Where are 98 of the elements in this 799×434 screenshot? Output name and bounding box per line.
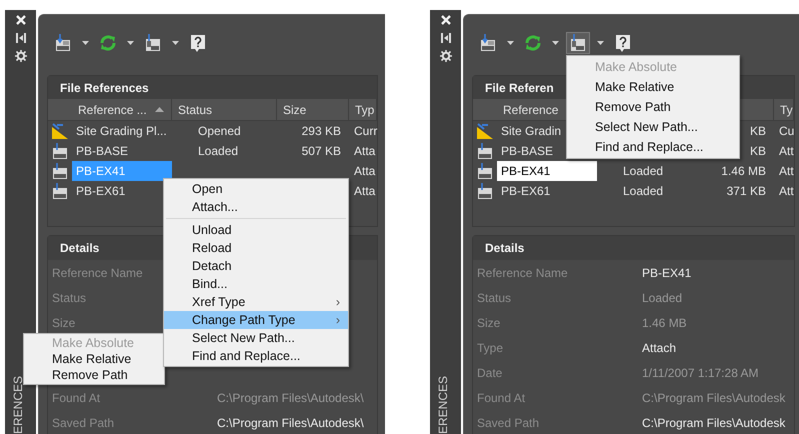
- field-value: C:\Program Files\Autodesk\: [217, 414, 364, 432]
- type-cell: Atta: [354, 144, 376, 158]
- menu-item[interactable]: Make Relative: [24, 351, 164, 367]
- section-title: File Referen: [485, 80, 554, 96]
- reference-name-cell[interactable]: PB-EX41: [497, 161, 597, 181]
- status-cell-text: Loaded: [197, 143, 240, 160]
- menu-item[interactable]: Attach...: [164, 198, 348, 216]
- type-cell: Curr: [354, 124, 378, 138]
- column-header[interactable]: Ty: [774, 99, 794, 120]
- caret-icon[interactable]: [552, 41, 559, 45]
- field-label: Saved Path: [52, 416, 114, 430]
- field-label: Size: [477, 316, 500, 330]
- field-label: Saved Path: [477, 416, 540, 430]
- field-label: Found At: [477, 390, 526, 404]
- drawing-sheet-icon: [51, 122, 69, 140]
- menu-item[interactable]: Unload: [164, 221, 348, 239]
- field-value: Loaded: [642, 290, 682, 306]
- status-cell-text: Loaded: [622, 183, 664, 200]
- field-value: C:\Program Files\Autodesk\: [217, 390, 364, 406]
- field-label: Status: [52, 290, 86, 304]
- size-cell-text: 293 KB: [302, 123, 341, 140]
- settings-icon[interactable]: [14, 50, 26, 62]
- size-cell-text: KB: [750, 143, 766, 160]
- menu-item[interactable]: Xref Type ›: [164, 293, 348, 311]
- type-cell: Att: [779, 184, 794, 198]
- refresh-icon: [523, 33, 543, 53]
- drawing-file-icon: [51, 142, 69, 160]
- drawing-pin-icon: [143, 33, 163, 53]
- menu-item[interactable]: Bind...: [164, 275, 348, 293]
- size-cell-text: KB: [750, 123, 766, 140]
- field-value: C:\Program Files\Autodesk: [642, 390, 786, 406]
- drawing-file-icon: [476, 142, 494, 160]
- menu-item[interactable]: Select New Path...: [567, 117, 739, 137]
- auto-hide-icon[interactable]: [440, 32, 450, 44]
- palette-title: ERENCES: [437, 376, 449, 434]
- drawing-file-icon: [51, 162, 69, 180]
- help-icon: [189, 33, 207, 53]
- section-title: Details: [60, 240, 100, 257]
- menu-item[interactable]: Change Path Type ›: [164, 311, 348, 329]
- refresh-icon: [98, 33, 118, 53]
- column-header[interactable]: Reference ...: [72, 99, 172, 120]
- field-label: Status: [477, 290, 512, 304]
- menu-item[interactable]: Find and Replace...: [164, 347, 348, 365]
- reference-name-cell[interactable]: PB-BASE: [72, 141, 172, 161]
- type-cell: Atta: [354, 184, 376, 198]
- close-icon[interactable]: [440, 14, 452, 26]
- reference-name-cell[interactable]: Site Grading Pl...: [72, 121, 172, 141]
- drawing-sheet-icon: [476, 122, 494, 140]
- close-icon[interactable]: [14, 14, 26, 26]
- caret-icon[interactable]: [507, 41, 514, 45]
- type-cell: Atta: [354, 164, 376, 178]
- column-header[interactable]: Status: [172, 99, 277, 120]
- size-cell-text: 1.46 MB: [721, 163, 766, 180]
- field-value: Attach: [642, 340, 676, 356]
- field-label: Size: [52, 316, 76, 330]
- settings-icon[interactable]: [440, 50, 452, 62]
- drawing-pin-icon: [568, 33, 588, 53]
- caret-icon[interactable]: [597, 41, 604, 45]
- menu-item[interactable]: Reload: [164, 239, 348, 257]
- auto-hide-icon[interactable]: [16, 32, 26, 44]
- help-icon: [614, 33, 632, 53]
- menu-item[interactable]: Remove Path: [24, 367, 164, 383]
- palette-title: ERENCES: [12, 376, 24, 434]
- drawing-file-icon: [476, 162, 494, 180]
- menu-item[interactable]: Make Relative: [567, 77, 739, 97]
- type-cell: Att: [779, 144, 794, 158]
- reference-name-cell[interactable]: PB-EX61: [497, 181, 597, 201]
- field-label: Reference Name: [477, 266, 568, 280]
- section-title: Details: [485, 240, 524, 257]
- column-header[interactable]: Size: [277, 99, 349, 120]
- menu-item[interactable]: Find and Replace...: [567, 137, 739, 157]
- drawing-file-icon: [476, 182, 494, 200]
- drawing-arrow-icon: [53, 33, 73, 53]
- type-cell: Att: [779, 164, 794, 178]
- field-value: PB-EX41: [642, 264, 692, 282]
- field-label: Type: [477, 340, 504, 354]
- drawing-file-icon: [51, 182, 69, 200]
- caret-icon[interactable]: [172, 41, 179, 45]
- field-label: Date: [477, 366, 502, 380]
- status-cell-text: Opened: [197, 123, 242, 140]
- field-value: 1/11/2007 1:17:28 AM: [642, 364, 759, 382]
- section-title: File References: [60, 80, 149, 96]
- field-value: C:\Program Files\Autodesk: [642, 414, 786, 432]
- menu-item[interactable]: Open: [164, 180, 348, 198]
- column-header[interactable]: Typ: [349, 99, 378, 120]
- field-label: Found At: [52, 390, 100, 404]
- menu-item[interactable]: Select New Path...: [164, 329, 348, 347]
- field-label: Reference Name: [52, 266, 143, 280]
- caret-icon[interactable]: [82, 41, 89, 45]
- size-cell-text: 371 KB: [726, 183, 766, 200]
- drawing-arrow-icon: [478, 33, 498, 53]
- caret-icon[interactable]: [127, 41, 134, 45]
- field-value: 1.46 MB: [642, 314, 687, 332]
- menu-item[interactable]: Detach: [164, 257, 348, 275]
- type-cell: Cu: [779, 124, 794, 138]
- path-button[interactable]: [566, 32, 590, 54]
- size-cell-text: 507 KB: [302, 143, 341, 160]
- status-cell-text: Loaded: [622, 163, 664, 180]
